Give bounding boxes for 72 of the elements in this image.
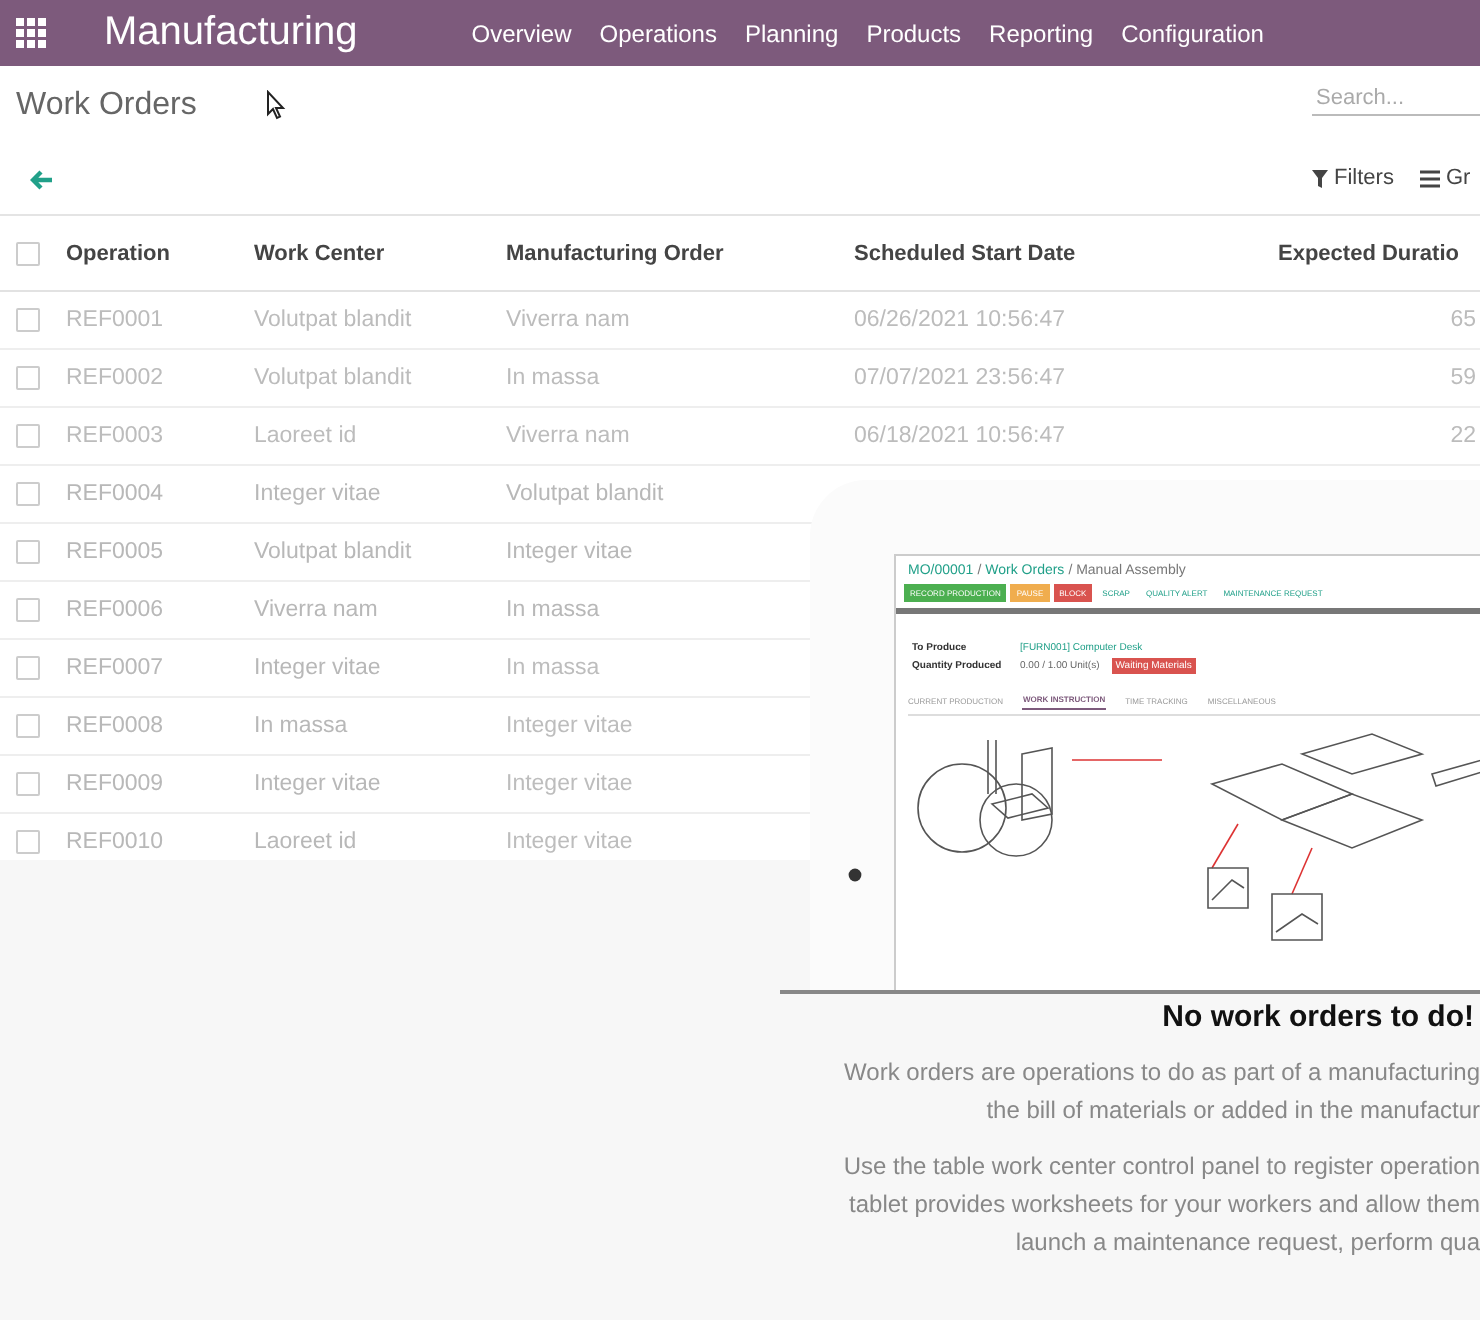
page-title: Work Orders xyxy=(16,88,197,124)
table-cell-text: Laoreet id xyxy=(254,830,359,854)
table-cell-text: In massa xyxy=(254,714,350,738)
search-field[interactable]: Search... xyxy=(1312,82,1480,116)
table-cell-text: REF0010 xyxy=(66,830,166,854)
table-cell-text: Viverra nam xyxy=(254,598,380,622)
column-header[interactable]: Operation xyxy=(66,241,254,265)
table-cell-text: Integer vitae xyxy=(506,830,635,854)
app-title: Manufacturing xyxy=(104,10,358,56)
table-cell-text: 22 xyxy=(1448,424,1478,448)
help-paragraph: Work orders are operations to do as part of a manufacturing the bill of materials or added in the manufactur xyxy=(842,1056,1480,1128)
table-cell-text: Volutpat blandit xyxy=(254,366,414,390)
table-cell-text: REF0005 xyxy=(66,540,166,564)
table-cell-text: REF0009 xyxy=(66,772,166,796)
table-cell-text: Viverra nam xyxy=(506,308,632,332)
menu-item[interactable]: Overview xyxy=(457,19,586,47)
table-cell-text: 59 xyxy=(1448,366,1478,390)
select-all-checkbox[interactable] xyxy=(16,241,40,265)
row-checkbox[interactable] xyxy=(16,598,40,622)
column-header[interactable]: Work Center xyxy=(254,241,506,265)
group-by-button[interactable]: Gr xyxy=(1420,166,1471,190)
table-cell-text: In massa xyxy=(506,598,602,622)
funnel-icon xyxy=(1312,169,1328,187)
row-checkbox[interactable] xyxy=(16,714,40,738)
table-cell-text: In massa xyxy=(506,366,602,390)
row-checkbox[interactable] xyxy=(16,366,40,390)
table-cell-text: 06/18/2021 10:56:47 xyxy=(854,424,1068,448)
filters-button[interactable]: Filters xyxy=(1312,166,1394,190)
table-cell-text: Integer vitae xyxy=(506,714,635,738)
table-cell-text: Laoreet id xyxy=(254,424,359,448)
empty-state-title: No work orders to do! xyxy=(1160,1000,1474,1034)
table-cell-text: REF0007 xyxy=(66,656,166,680)
row-checkbox[interactable] xyxy=(16,424,40,448)
menu-item[interactable]: Configuration xyxy=(1107,19,1278,47)
list-icon xyxy=(1420,169,1440,187)
table-cell-text: Viverra nam xyxy=(506,424,632,448)
row-checkbox[interactable] xyxy=(16,656,40,680)
table-cell-text: Integer vitae xyxy=(506,772,635,796)
column-header[interactable]: Expected Duratio xyxy=(1278,241,1480,265)
table-cell-text: Integer vitae xyxy=(254,482,383,506)
table-cell-text: Volutpat blandit xyxy=(506,482,666,506)
table-cell-text: 06/26/2021 10:56:47 xyxy=(854,308,1068,332)
table-cell-text: Integer vitae xyxy=(254,772,383,796)
menu-item[interactable]: Planning xyxy=(730,19,853,47)
help-paragraph: Use the table work center control panel to register operation tablet provides worksheets for your workers and allow them launch a maintenance request, perform qua xyxy=(841,1150,1480,1260)
table-cell-text: REF0003 xyxy=(66,424,166,448)
apps-grid-icon[interactable] xyxy=(16,18,46,48)
table-cell-text: 65 xyxy=(1448,308,1478,332)
table-cell-text: REF0006 xyxy=(66,598,166,622)
table-cell-text: Volutpat blandit xyxy=(254,540,414,564)
table-cell-text: In massa xyxy=(506,656,602,680)
table-cell-text: REF0001 xyxy=(66,308,166,332)
menu-item[interactable]: Operations xyxy=(585,19,731,47)
row-checkbox[interactable] xyxy=(16,830,40,854)
column-header[interactable]: Manufacturing Order xyxy=(506,241,854,265)
row-checkbox[interactable] xyxy=(16,308,40,332)
menu-item[interactable]: Products xyxy=(852,19,976,47)
table-cell-text: Integer vitae xyxy=(506,540,635,564)
column-header[interactable]: Scheduled Start Date xyxy=(854,241,1278,265)
row-checkbox[interactable] xyxy=(16,482,40,506)
bullet-icon xyxy=(848,868,862,882)
table-cell-text: REF0008 xyxy=(66,714,166,738)
menu-item[interactable]: Reporting xyxy=(975,19,1108,47)
mouse-pointer-icon xyxy=(266,89,287,119)
table-cell-text: REF0004 xyxy=(66,482,166,506)
row-checkbox[interactable] xyxy=(16,540,40,564)
table-cell-text: 07/07/2021 23:56:47 xyxy=(854,366,1068,390)
table-cell-text: Volutpat blandit xyxy=(254,308,414,332)
table-cell-text: REF0002 xyxy=(66,366,166,390)
back-arrow-icon[interactable] xyxy=(30,170,54,190)
table-cell-text: Integer vitae xyxy=(254,656,383,680)
row-checkbox[interactable] xyxy=(16,772,40,796)
